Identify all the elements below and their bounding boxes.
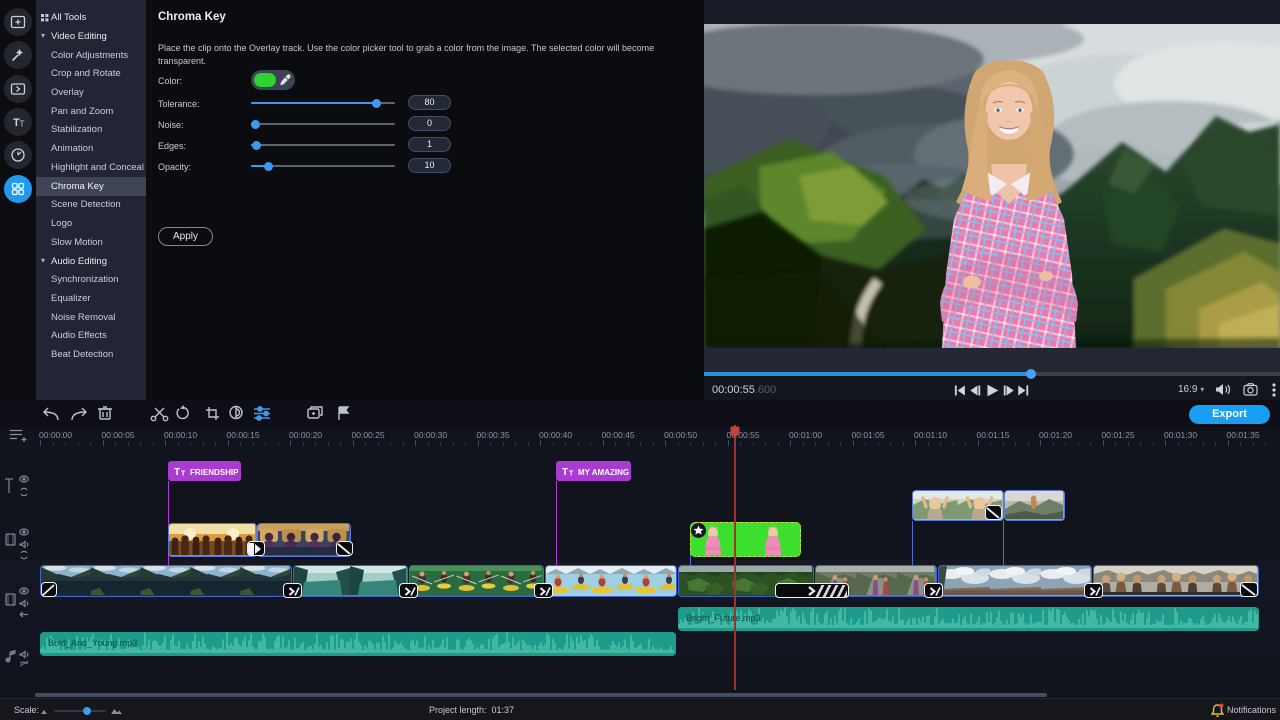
svg-text:T: T xyxy=(174,467,180,477)
svg-text:T: T xyxy=(569,471,574,478)
svg-text:T: T xyxy=(562,467,568,477)
svg-text:T: T xyxy=(181,471,186,478)
svg-text:T: T xyxy=(19,119,24,128)
